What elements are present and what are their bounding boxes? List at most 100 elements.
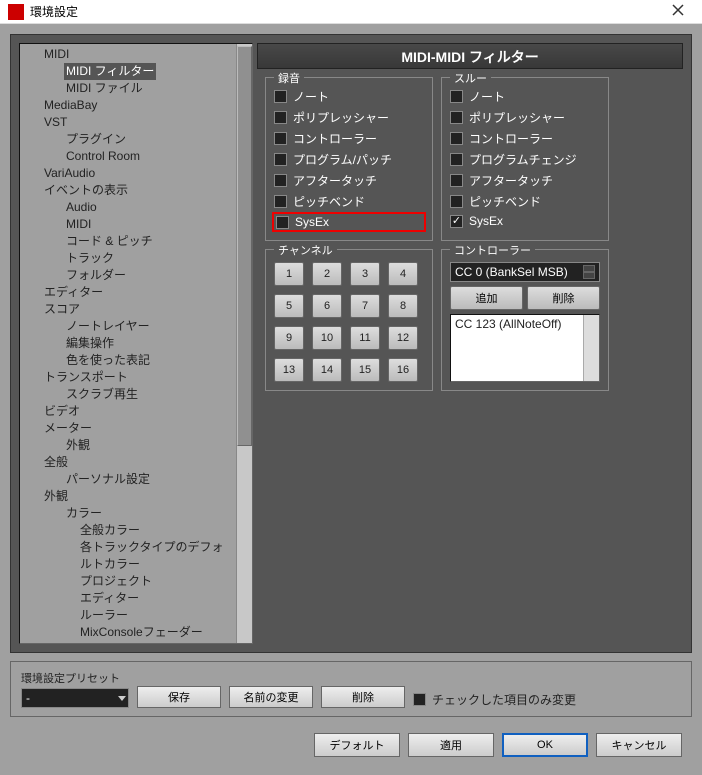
tree-item[interactable]: プラグイン xyxy=(22,131,236,148)
ok-button[interactable]: OK xyxy=(502,733,588,757)
cc-select[interactable]: CC 0 (BankSel MSB) xyxy=(450,262,600,282)
channel-button-13[interactable]: 13 xyxy=(274,358,304,382)
channel-button-4[interactable]: 4 xyxy=(388,262,418,286)
cc-spinner[interactable] xyxy=(583,265,595,279)
channel-button-11[interactable]: 11 xyxy=(350,326,380,350)
check-only-checkbox[interactable] xyxy=(413,693,426,706)
tree-item[interactable]: フォルダー xyxy=(22,267,236,284)
record-checkbox-2[interactable]: コントローラー xyxy=(274,128,424,149)
tree-item[interactable]: パーソナル設定 xyxy=(22,471,236,488)
preset-save-button[interactable]: 保存 xyxy=(137,686,221,708)
preset-label: 環境設定プリセット xyxy=(21,670,129,686)
record-checkbox-4[interactable]: アフタータッチ xyxy=(274,170,424,191)
tree-item[interactable]: MediaBay xyxy=(22,97,236,114)
preset-select[interactable]: - xyxy=(21,688,129,708)
record-checkbox-1[interactable]: ポリプレッシャー xyxy=(274,107,424,128)
tree-item[interactable]: 外観 xyxy=(22,488,236,505)
tree-item[interactable]: コード & ピッチ xyxy=(22,233,236,250)
tree-item[interactable]: 色を使った表記 xyxy=(22,352,236,369)
cc-add-button[interactable]: 追加 xyxy=(450,286,523,310)
tree-item[interactable]: スコア xyxy=(22,301,236,318)
content-panel: MIDI-MIDI フィルター 録音 ノートポリプレッシャーコントローラープログ… xyxy=(257,43,683,644)
cc-spin-up[interactable] xyxy=(583,265,595,272)
tree-item-label: MIDI xyxy=(42,46,71,63)
tree-item[interactable]: カラー xyxy=(22,505,236,522)
tree-item[interactable]: MIDI xyxy=(22,216,236,233)
tree-item[interactable]: ルーラー xyxy=(22,607,236,624)
thru-checkbox-6[interactable]: SysEx xyxy=(450,212,600,230)
tree-item[interactable]: 外観 xyxy=(22,437,236,454)
tree-scrollbar[interactable] xyxy=(236,44,252,643)
channel-button-6[interactable]: 6 xyxy=(312,294,342,318)
tree-item[interactable]: ビデオ xyxy=(22,403,236,420)
cc-list-item[interactable]: CC 123 (AllNoteOff) xyxy=(455,317,561,331)
record-checkbox-5[interactable]: ピッチベンド xyxy=(274,191,424,212)
channel-button-3[interactable]: 3 xyxy=(350,262,380,286)
channel-group: チャンネル 12345678910111213141516 xyxy=(265,249,433,391)
tree-item[interactable]: VST xyxy=(22,114,236,131)
tree-item[interactable]: トランスポート xyxy=(22,369,236,386)
channel-button-16[interactable]: 16 xyxy=(388,358,418,382)
default-button[interactable]: デフォルト xyxy=(314,733,400,757)
tree-item[interactable]: MixConsoleフェーダー xyxy=(22,624,236,641)
cc-spin-down[interactable] xyxy=(583,272,595,279)
check-only-toggle[interactable]: チェックした項目のみ変更 xyxy=(413,691,576,708)
tree-item[interactable]: Control Room xyxy=(22,148,236,165)
thru-checkbox-3[interactable]: プログラムチェンジ xyxy=(450,149,600,170)
channel-button-8[interactable]: 8 xyxy=(388,294,418,318)
channel-button-5[interactable]: 5 xyxy=(274,294,304,318)
record-checkbox-3[interactable]: プログラム/パッチ xyxy=(274,149,424,170)
tree-item[interactable]: ノートレイヤー xyxy=(22,318,236,335)
tree-item[interactable]: プロジェクト xyxy=(22,573,236,590)
category-tree[interactable]: MIDIMIDI フィルターMIDI ファイルMediaBayVSTプラグインC… xyxy=(19,43,253,644)
tree-item-label: 各トラックタイプのデフォルトカラー xyxy=(78,539,236,573)
close-button[interactable] xyxy=(662,0,694,23)
preset-rename-button[interactable]: 名前の変更 xyxy=(229,686,313,708)
channel-button-15[interactable]: 15 xyxy=(350,358,380,382)
preset-delete-button[interactable]: 削除 xyxy=(321,686,405,708)
apply-button[interactable]: 適用 xyxy=(408,733,494,757)
record-checkbox-0[interactable]: ノート xyxy=(274,86,424,107)
channel-button-10[interactable]: 10 xyxy=(312,326,342,350)
preset-value: - xyxy=(26,691,30,705)
tree-item[interactable]: スクラブ再生 xyxy=(22,386,236,403)
channel-button-12[interactable]: 12 xyxy=(388,326,418,350)
tree-item[interactable]: Audio xyxy=(22,199,236,216)
tree-item[interactable]: MIDI ファイル xyxy=(22,80,236,97)
tree-item[interactable]: エディター xyxy=(22,284,236,301)
thru-checkbox-4[interactable]: アフタータッチ xyxy=(450,170,600,191)
channel-button-1[interactable]: 1 xyxy=(274,262,304,286)
tree-item-label: プロジェクト xyxy=(78,573,154,590)
tree-item[interactable]: 全般カラー xyxy=(22,522,236,539)
tree-item[interactable]: イベントの表示 xyxy=(22,182,236,199)
cc-remove-button[interactable]: 削除 xyxy=(527,286,600,310)
channel-button-7[interactable]: 7 xyxy=(350,294,380,318)
tree-item[interactable]: 各トラックタイプのデフォルトカラー xyxy=(22,539,236,573)
thru-checkbox-0[interactable]: ノート xyxy=(450,86,600,107)
tree-item[interactable]: 全般 xyxy=(22,454,236,471)
tree-item[interactable]: MIDI フィルター xyxy=(22,63,236,80)
channel-button-9[interactable]: 9 xyxy=(274,326,304,350)
tree-item-label: フォルダー xyxy=(64,267,128,284)
cc-list-scrollbar[interactable] xyxy=(583,315,599,381)
cancel-button[interactable]: キャンセル xyxy=(596,733,682,757)
tree-item[interactable]: 編集操作 xyxy=(22,335,236,352)
cc-list[interactable]: CC 123 (AllNoteOff) xyxy=(450,314,600,382)
record-checkbox-6[interactable]: SysEx xyxy=(272,212,426,232)
thru-checkbox-2[interactable]: コントローラー xyxy=(450,128,600,149)
tree-item[interactable]: メーター xyxy=(22,420,236,437)
tree-item[interactable]: エディター xyxy=(22,590,236,607)
checkbox-icon xyxy=(274,111,287,124)
channel-button-14[interactable]: 14 xyxy=(312,358,342,382)
thru-checkbox-5[interactable]: ピッチベンド xyxy=(450,191,600,212)
scrollbar-thumb[interactable] xyxy=(237,46,252,446)
thru-checkbox-1[interactable]: ポリプレッシャー xyxy=(450,107,600,128)
tree-item[interactable]: MIDI xyxy=(22,46,236,63)
channel-button-2[interactable]: 2 xyxy=(312,262,342,286)
tree-item[interactable]: トラック xyxy=(22,250,236,267)
tree-item-label: プラグイン xyxy=(64,131,128,148)
tree-item-label: MixConsoleフェーダー xyxy=(78,624,205,641)
tree-item[interactable]: VariAudio xyxy=(22,165,236,182)
tree-item-label: 外観 xyxy=(64,437,92,454)
checkbox-label: SysEx xyxy=(295,215,329,229)
